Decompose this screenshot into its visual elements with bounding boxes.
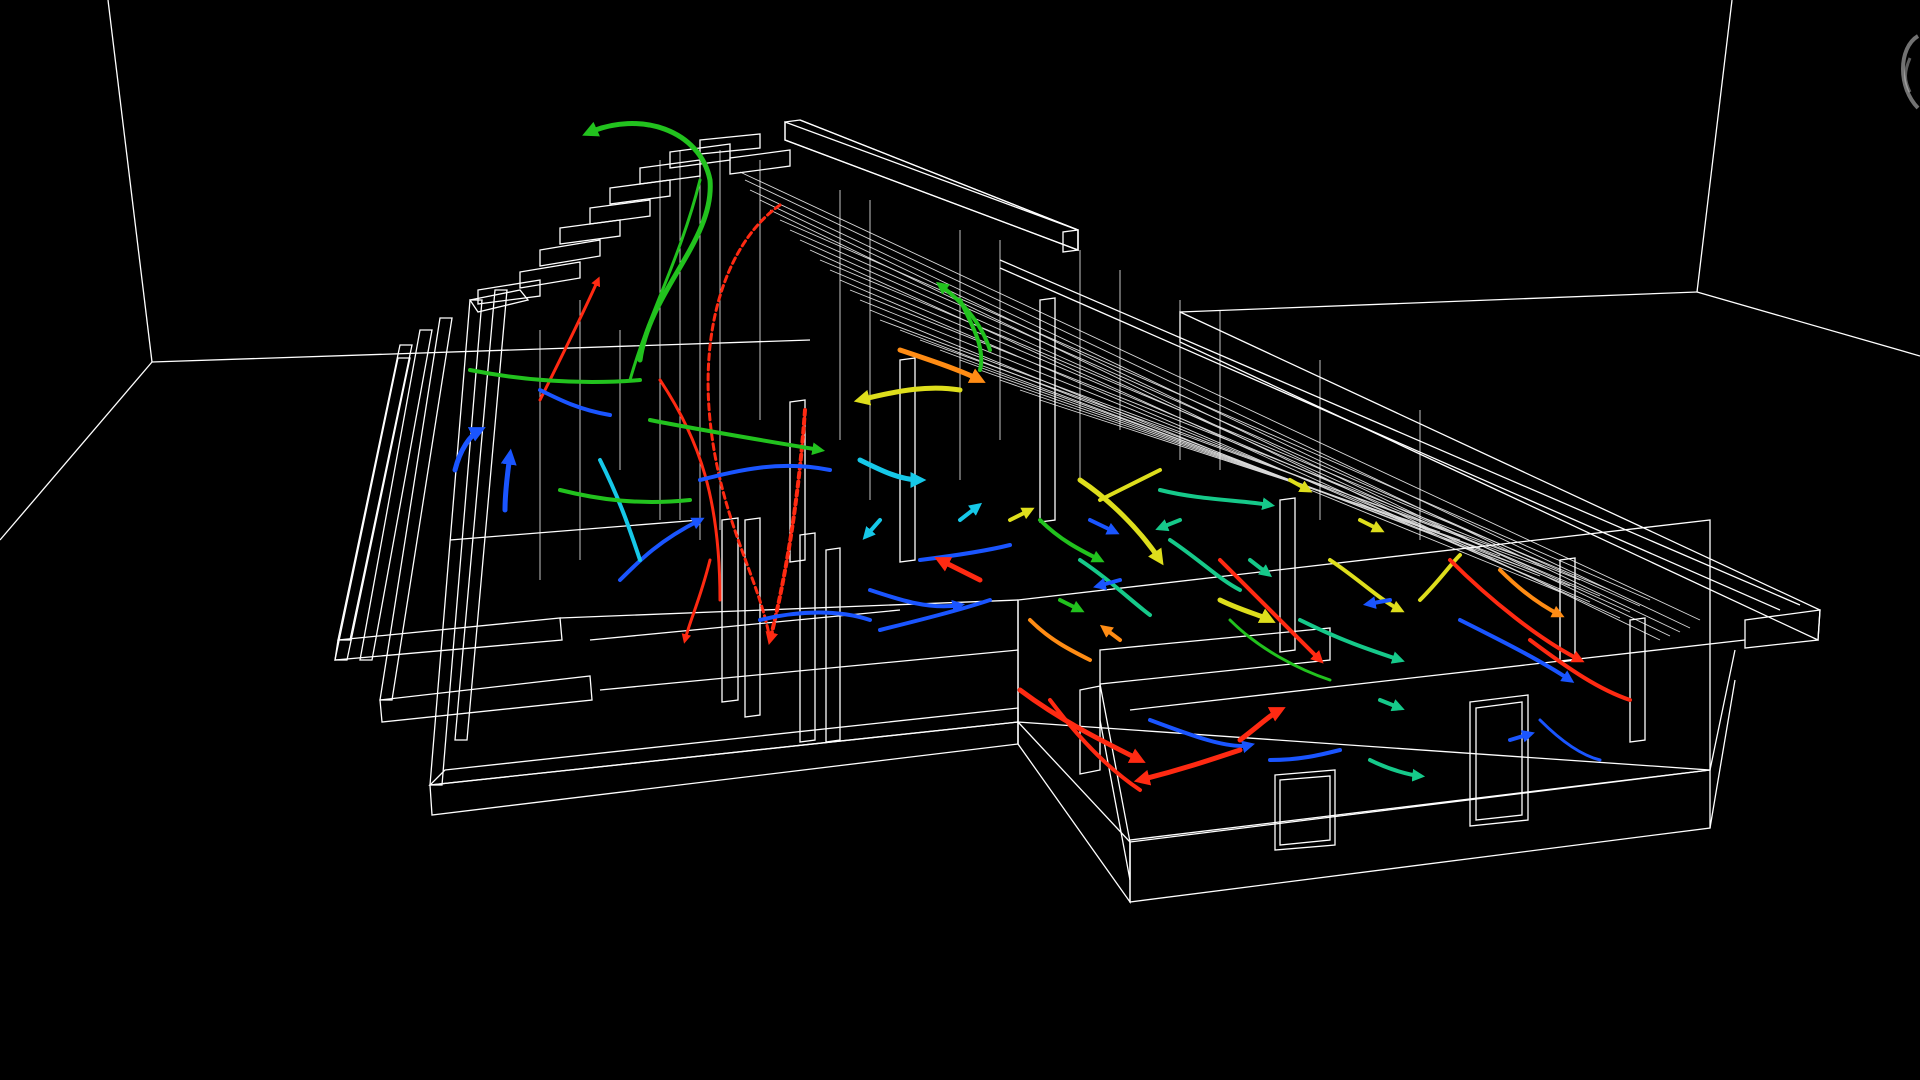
flow-streamline bbox=[1538, 718, 1602, 762]
flow-streamline bbox=[1098, 468, 1162, 502]
flow-streamline bbox=[648, 418, 826, 456]
flow-streamline bbox=[1099, 624, 1122, 642]
flow-streamline bbox=[1368, 758, 1426, 782]
flow-streamline bbox=[934, 557, 983, 583]
flow-streamline bbox=[1058, 598, 1085, 613]
flow-streamline bbox=[1237, 707, 1286, 743]
flow-streamline bbox=[1078, 558, 1152, 617]
flow-streamline bbox=[1133, 747, 1243, 786]
flow-streamline bbox=[500, 448, 517, 513]
flow-streamline bbox=[868, 588, 966, 613]
flow-streamline bbox=[558, 488, 692, 504]
flow-streamline bbox=[1168, 538, 1242, 592]
building-wireframe bbox=[334, 119, 1821, 905]
flow-streamline bbox=[1155, 518, 1182, 532]
flow-streamline bbox=[1528, 638, 1632, 702]
flow-streamline bbox=[1148, 718, 1255, 754]
flow-streamline bbox=[1328, 558, 1405, 613]
flow-streamline bbox=[1268, 748, 1342, 762]
airflow-streamlines bbox=[452, 121, 1632, 792]
flow-streamline bbox=[1508, 730, 1535, 743]
flow-streamline bbox=[1038, 518, 1105, 563]
flow-streamline bbox=[1088, 518, 1120, 535]
flow-streamline bbox=[918, 543, 1012, 562]
flow-streamline bbox=[853, 385, 963, 406]
flow-streamline bbox=[628, 178, 702, 382]
orbit-navigation-icon[interactable] bbox=[1880, 28, 1920, 124]
flow-streamline bbox=[1048, 698, 1142, 792]
flow-streamline bbox=[538, 388, 612, 417]
flow-streamline bbox=[958, 502, 983, 522]
flow-streamline bbox=[681, 558, 712, 644]
flow-streamline bbox=[1158, 488, 1276, 511]
flow-streamline bbox=[658, 378, 722, 602]
flow-streamline bbox=[618, 517, 705, 582]
flow-streamline bbox=[1378, 698, 1405, 712]
flow-streamline bbox=[1028, 618, 1092, 662]
flow-streamline bbox=[598, 458, 642, 562]
3d-viewport[interactable] bbox=[0, 0, 1920, 1080]
flow-streamline bbox=[1008, 507, 1035, 522]
building-airflow-scene[interactable] bbox=[0, 0, 1920, 1080]
flow-streamline bbox=[1218, 558, 1324, 664]
flow-streamline bbox=[857, 457, 927, 488]
flow-streamline bbox=[897, 347, 986, 383]
flow-streamline bbox=[1358, 518, 1385, 533]
flow-streamline bbox=[935, 281, 992, 352]
flow-streamline bbox=[862, 518, 882, 540]
